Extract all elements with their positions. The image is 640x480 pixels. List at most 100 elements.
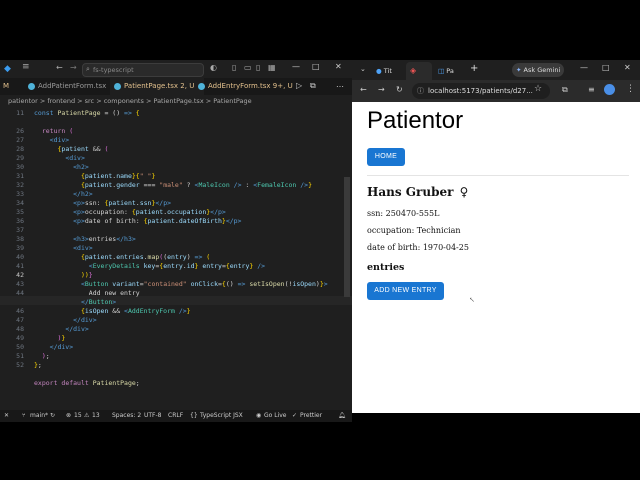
forward-arrow-icon[interactable]: → <box>70 63 77 72</box>
more-menu-icon[interactable]: ⋮ <box>626 84 635 94</box>
breadcrumb[interactable]: patientor > frontend > src > components … <box>0 95 352 107</box>
address-bar[interactable]: ⓘ localhost:5173/patients/d27... <box>412 83 550 99</box>
tab-search-icon[interactable]: ⌄ <box>360 65 366 73</box>
layout-sidebar-icon[interactable]: ▯ <box>232 63 236 72</box>
tab-add-entry-form[interactable]: AddEntryForm.tsx 9+, U <box>194 78 294 95</box>
git-branch-icon: ⑂ <box>22 412 26 419</box>
close-icon[interactable]: ✕ <box>335 62 342 71</box>
go-live[interactable]: Go Live <box>264 410 286 422</box>
problems-count[interactable]: 15 <box>74 410 82 422</box>
vscode-logo-icon: ◆ <box>4 64 11 74</box>
layout-panel-icon[interactable]: ▭ <box>244 63 252 72</box>
language-mode[interactable]: TypeScript JSX <box>200 410 243 422</box>
vertical-scrollbar[interactable] <box>344 177 350 297</box>
prettier[interactable]: Prettier <box>300 410 322 422</box>
patient-name-heading: Hans Gruber ♀ <box>367 185 468 199</box>
tab-marker: M <box>3 82 10 90</box>
browser-tab-active[interactable]: ◈ <box>406 62 432 80</box>
more-actions-icon[interactable]: … <box>336 80 344 89</box>
line-number: 28 <box>16 145 24 153</box>
chrome-window: ⌄ ● Tit ◈ ◫ Pa + ✦ Ask Gemini — □ ✕ ← → … <box>352 60 640 413</box>
indentation[interactable]: Spaces: 2 <box>112 410 141 422</box>
command-search-input[interactable]: ⌕ fs-typescript <box>82 63 204 77</box>
back-arrow-icon[interactable]: ← <box>56 63 63 72</box>
line-number: 29 <box>16 154 24 162</box>
code-line: <EveryDetails key={entry.id} entry={entr… <box>88 262 266 270</box>
git-branch[interactable]: main* <box>30 410 48 422</box>
code-editor[interactable]: 11 26 27 28 29 30 31 32 33 34 35 36 37 38 39 40 41 42 43 44… <box>0 107 352 411</box>
tab-label: PatientPage.tsx 2, U <box>124 82 195 90</box>
error-icon: ⊗ <box>66 412 72 419</box>
tab-patient-page[interactable]: PatientPage.tsx 2, U <box>110 78 204 95</box>
media-icon[interactable]: ≡ <box>588 85 595 94</box>
reload-icon[interactable]: ↻ <box>396 85 403 94</box>
run-icon[interactable]: ▷ <box>296 81 302 90</box>
browser-tab-label: Tit <box>383 67 392 75</box>
warning-icon: ⚠ <box>84 412 90 419</box>
line-number: 31 <box>16 172 24 180</box>
favicon-icon: ◈ <box>410 66 417 75</box>
home-button[interactable]: HOME <box>367 148 405 166</box>
globe-icon: ● <box>376 67 382 75</box>
ask-gemini-label: Ask Gemini <box>523 66 561 74</box>
browser-tab[interactable]: ◫ Pa <box>438 62 472 80</box>
vscode-window: ◆ ≡ ← → ⌕ fs-typescript ◐ ▯ ▭ ▯ ▦ — □ ✕ … <box>0 60 352 422</box>
add-new-entry-button[interactable]: ADD NEW ENTRY <box>367 282 444 300</box>
app-title: Patientor <box>367 107 464 134</box>
code-line: <div> <box>73 244 93 252</box>
site-info-icon: ⓘ <box>417 87 424 95</box>
code-line: {patient && ( <box>57 145 109 153</box>
line-ending[interactable]: CRLF <box>168 410 183 422</box>
split-editor-icon[interactable]: ⧉ <box>310 81 316 91</box>
browser-tab-strip: ⌄ ● Tit ◈ ◫ Pa + ✦ Ask Gemini — □ ✕ <box>352 60 640 80</box>
menu-icon[interactable]: ≡ <box>22 62 30 72</box>
profile-avatar-icon[interactable] <box>604 84 615 95</box>
line-number: 30 <box>16 163 24 171</box>
minimize-icon[interactable]: — <box>580 63 588 72</box>
warnings-count[interactable]: 13 <box>92 410 100 422</box>
copilot-icon[interactable]: ◐ <box>210 63 217 72</box>
close-icon[interactable]: ✕ <box>624 63 631 72</box>
code-line: <p>occupation: {patient.occupation}</p> <box>73 208 226 216</box>
browser-tab[interactable]: ● Tit <box>376 62 406 80</box>
bell-icon[interactable]: 🔔︎ <box>338 410 346 422</box>
code-line: {patient.gender === "male" ? <MaleIcon /… <box>80 181 312 189</box>
bookmark-star-icon[interactable]: ☆ <box>534 84 542 94</box>
tab-label: AddEntryForm.tsx 9+, U <box>208 82 293 90</box>
layout-secondary-icon[interactable]: ▯ <box>256 63 260 72</box>
line-number: 11 <box>16 109 24 117</box>
code-line: Add new entry <box>34 289 140 297</box>
minimize-icon[interactable]: — <box>292 62 300 71</box>
code-line: {isOpen && <AddEntryForm />} <box>80 307 191 315</box>
remote-icon[interactable]: ✕ <box>4 410 9 422</box>
sync-icon[interactable]: ↻ <box>50 410 55 422</box>
maximize-icon[interactable]: □ <box>602 63 610 72</box>
encoding[interactable]: UTF-8 <box>144 410 162 422</box>
braces-icon: {} <box>190 412 198 419</box>
code-line: <p>ssn: {patient.ssn}</p> <box>73 199 172 207</box>
line-number: 26 <box>16 127 24 135</box>
line-number: 35 <box>16 208 24 216</box>
code-line: </div> <box>65 325 89 333</box>
maximize-icon[interactable]: □ <box>312 62 320 71</box>
line-number: 47 <box>16 316 24 324</box>
forward-arrow-icon[interactable]: → <box>378 85 385 94</box>
extensions-icon[interactable]: ⧉ <box>562 85 568 95</box>
vscode-titlebar: ◆ ≡ ← → ⌕ fs-typescript ◐ ▯ ▭ ▯ ▦ — □ ✕ <box>0 60 352 78</box>
patient-name: Hans Gruber <box>367 185 454 199</box>
react-file-icon <box>114 83 121 90</box>
line-number: 37 <box>16 226 24 234</box>
ask-gemini-button[interactable]: ✦ Ask Gemini <box>512 63 564 77</box>
line-number: 32 <box>16 181 24 189</box>
entries-heading: entries <box>367 262 405 273</box>
react-file-icon <box>28 83 35 90</box>
browser-tab-label: Pa <box>446 67 454 75</box>
line-number: 52 <box>16 361 24 369</box>
patient-occupation: occupation: Technician <box>367 226 461 235</box>
customize-layout-icon[interactable]: ▦ <box>268 63 276 72</box>
new-tab-icon[interactable]: + <box>470 63 478 74</box>
code-line: return ( <box>41 127 74 135</box>
divider <box>367 175 629 176</box>
back-arrow-icon[interactable]: ← <box>360 85 367 94</box>
check-icon: ✓ <box>292 412 298 419</box>
